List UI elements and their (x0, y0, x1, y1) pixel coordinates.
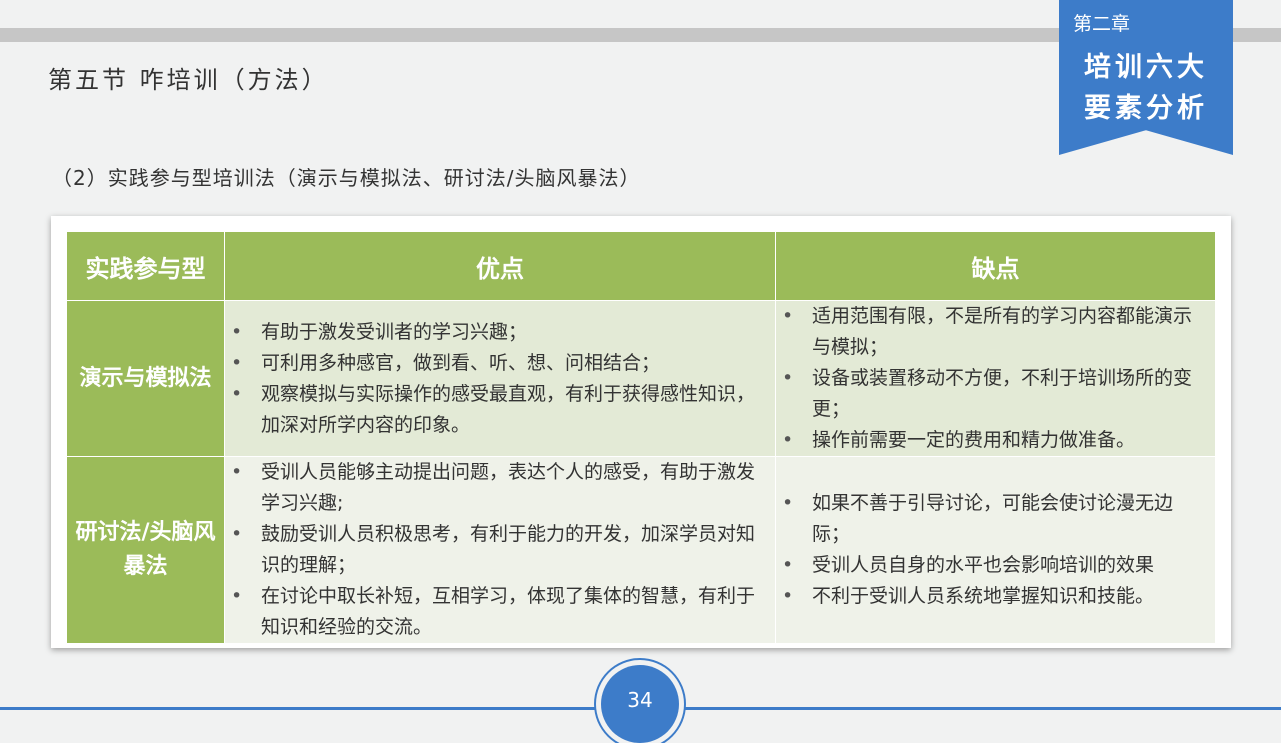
list-item: 设备或装置移动不方便，不利于培训场所的变更； (782, 363, 1207, 425)
methods-table: 实践参与型 优点 缺点 演示与模拟法 有助于激发受训者的学习兴趣； 可利用多种感… (66, 231, 1216, 644)
table-row: 演示与模拟法 有助于激发受训者的学习兴趣； 可利用多种感官，做到看、听、想、问相… (66, 300, 1216, 457)
header-pros: 优点 (224, 231, 776, 301)
list-item: 操作前需要一定的费用和精力做准备。 (782, 425, 1207, 456)
list-item: 受训人员能够主动提出问题，表达个人的感受，有助于激发学习兴趣; (231, 457, 767, 519)
list-item: 观察模拟与实际操作的感受最直观，有利于获得感性知识，加深对所学内容的印象。 (231, 379, 767, 441)
row-label-discussion: 研讨法/头脑风暴法 (66, 456, 225, 644)
chapter-label: 第二章 (1073, 13, 1131, 35)
pros-list: 有助于激发受训者的学习兴趣； 可利用多种感官，做到看、听、想、问相结合； 观察模… (225, 317, 775, 441)
cons-list: 适用范围有限，不是所有的学习内容都能演示与模拟； 设备或装置移动不方便，不利于培… (776, 301, 1215, 456)
header-cons: 缺点 (775, 231, 1216, 301)
page-number: 34 (627, 688, 653, 712)
chapter-title-line1: 培训六大 (1084, 52, 1208, 83)
list-item: 在讨论中取长补短，互相学习，体现了集体的智慧，有利于知识和经验的交流。 (231, 581, 767, 643)
list-item: 有助于激发受训者的学习兴趣； (231, 317, 767, 348)
list-item: 不利于受训人员系统地掌握知识和技能。 (782, 581, 1207, 612)
cons-list: 如果不善于引导讨论，可能会使讨论漫无边际； 受训人员自身的水平也会影响培训的效果… (776, 488, 1215, 612)
header-type: 实践参与型 (66, 231, 225, 301)
row-label-demo: 演示与模拟法 (66, 300, 225, 457)
list-item: 如果不善于引导讨论，可能会使讨论漫无边际； (782, 488, 1207, 550)
table-row: 研讨法/头脑风暴法 受训人员能够主动提出问题，表达个人的感受，有助于激发学习兴趣… (66, 456, 1216, 644)
table-header-row: 实践参与型 优点 缺点 (66, 231, 1216, 301)
pros-list: 受训人员能够主动提出问题，表达个人的感受，有助于激发学习兴趣; 鼓励受训人员积极… (225, 457, 775, 643)
slide-subtitle: （2）实践参与型培训法（演示与模拟法、研讨法/头脑风暴法） (52, 166, 641, 190)
methods-table-frame: 实践参与型 优点 缺点 演示与模拟法 有助于激发受训者的学习兴趣； 可利用多种感… (51, 216, 1231, 648)
list-item: 适用范围有限，不是所有的学习内容都能演示与模拟； (782, 301, 1207, 363)
pros-cell: 受训人员能够主动提出问题，表达个人的感受，有助于激发学习兴趣; 鼓励受训人员积极… (224, 456, 776, 644)
cons-cell: 适用范围有限，不是所有的学习内容都能演示与模拟； 设备或装置移动不方便，不利于培… (775, 300, 1216, 457)
chapter-title-line2: 要素分析 (1084, 93, 1208, 124)
section-title: 第五节 咋培训（方法） (48, 66, 329, 94)
pros-cell: 有助于激发受训者的学习兴趣； 可利用多种感官，做到看、听、想、问相结合； 观察模… (224, 300, 776, 457)
list-item: 受训人员自身的水平也会影响培训的效果 (782, 550, 1207, 581)
chapter-ribbon: 第二章 培训六大 要素分析 (1059, 0, 1233, 155)
cons-cell: 如果不善于引导讨论，可能会使讨论漫无边际； 受训人员自身的水平也会影响培训的效果… (775, 456, 1216, 644)
list-item: 可利用多种感官，做到看、听、想、问相结合； (231, 348, 767, 379)
list-item: 鼓励受训人员积极思考，有利于能力的开发，加深学员对知识的理解； (231, 519, 767, 581)
